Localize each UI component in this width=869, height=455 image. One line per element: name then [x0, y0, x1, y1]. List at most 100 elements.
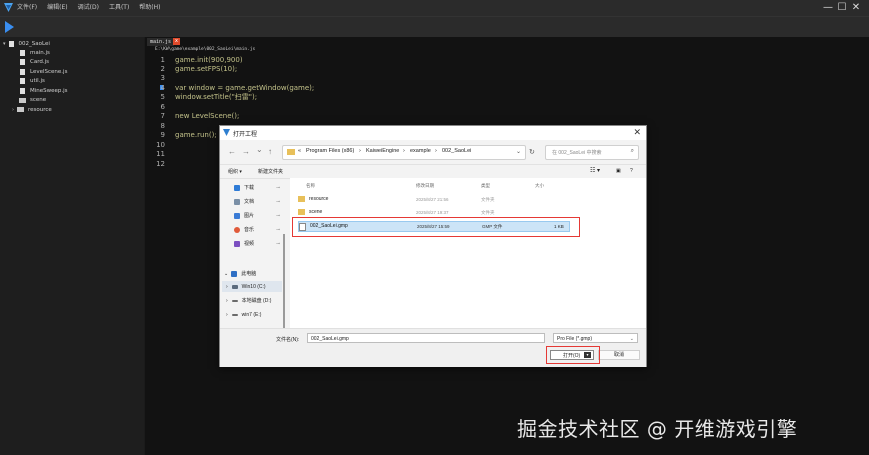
menu-tools[interactable]: 工具(T) — [109, 3, 129, 13]
file-icon — [20, 59, 25, 65]
preview-pane-icon[interactable]: ▣ — [616, 168, 621, 174]
project-icon — [8, 40, 14, 47]
new-folder-button[interactable]: 新建文件夹 — [258, 168, 283, 175]
column-header-size[interactable]: 大小 — [535, 183, 544, 189]
breadcrumb-overflow[interactable]: « — [298, 148, 301, 154]
line-number: 3 — [160, 74, 165, 82]
drive-icon — [231, 284, 238, 289]
pin-icon: ⊸ — [276, 212, 281, 219]
dialog-title: 打开工程 — [233, 132, 258, 138]
drive-icon — [231, 299, 238, 302]
navigation-pane: 下载 ⊸ 文档 ⊸ 图片 ⊸ 音乐 ⊸ 视频 ⊸ ⌄ 此电脑 › Win10 (… — [220, 178, 290, 334]
music-icon — [234, 226, 240, 233]
nav-item-drive-c[interactable]: › Win10 (C:) — [222, 281, 282, 292]
search-input[interactable]: 在 002_SaoLei 中搜索 ⌕ — [545, 145, 639, 160]
file-type: 文件夹 — [481, 197, 495, 202]
chevron-down-icon[interactable]: ⌄ — [224, 271, 228, 277]
close-button[interactable]: ✕ — [849, 0, 863, 16]
title-bar: 文件(F) 编辑(E) 调试(D) 工具(T) 帮助(H) — ☐ ✕ — [0, 0, 869, 16]
maximize-button[interactable]: ☐ — [835, 0, 849, 16]
column-header-type[interactable]: 类型 — [481, 183, 490, 189]
chevron-down-icon[interactable]: ⌄ — [516, 148, 521, 155]
file-name: resource — [309, 196, 329, 202]
filename-input[interactable]: 002_SaoLei.gmp — [307, 333, 545, 343]
breadcrumb-separator: › — [435, 148, 437, 154]
nav-item-label: 文档 — [244, 199, 255, 205]
nav-item-this-pc[interactable]: ⌄ 此电脑 — [224, 268, 290, 279]
tree-item-folder[interactable]: › resource — [12, 105, 52, 114]
collapse-icon[interactable]: ▾ — [3, 41, 6, 47]
chevron-right-icon[interactable]: › — [226, 312, 228, 318]
nav-item-label: Win10 (C:) — [241, 283, 266, 290]
code-text: window.setTitle("扫雷"); — [175, 93, 258, 101]
file-row[interactable]: resource 2025/8/27 21:56 文件夹 — [298, 195, 568, 204]
refresh-icon[interactable]: ↻ — [529, 148, 535, 156]
tree-item-file[interactable]: MineSweep.js — [20, 86, 68, 95]
tree-item-file[interactable]: main.js — [20, 48, 50, 57]
code-line: 5 window.setTitle("扫雷"); — [153, 93, 258, 102]
tree-root[interactable]: ▾ 002_SaoLei — [3, 39, 50, 48]
column-header-name[interactable]: 名称 — [306, 183, 315, 189]
minimize-button[interactable]: — — [821, 0, 835, 16]
watermark: 掘金技术社区 @ 开维游戏引擎 — [517, 417, 798, 441]
file-list: 名称 修改日期 类型 大小 resource 2025/8/27 21:56 文… — [290, 178, 646, 328]
code-text: new LevelScene(); — [175, 112, 240, 120]
chevron-right-icon[interactable]: › — [226, 284, 228, 290]
address-bar[interactable]: « Program Files (x86) › KaiweiEngine › e… — [282, 145, 526, 160]
menu-help[interactable]: 帮助(H) — [139, 3, 160, 13]
code-text: var window = game.getWindow(game); — [175, 83, 315, 92]
column-header-date[interactable]: 修改日期 — [416, 183, 434, 189]
picture-icon — [234, 212, 240, 219]
filetype-select[interactable]: Pro File (*.gmp) ⌄ — [553, 333, 638, 343]
help-icon[interactable]: ? — [630, 168, 633, 174]
tree-item-file[interactable]: Card.js — [20, 58, 49, 67]
code-line: 7 new LevelScene(); — [153, 112, 240, 121]
tab-close-button[interactable]: x — [173, 38, 180, 45]
pin-icon: ⊸ — [276, 240, 281, 247]
project-tree: ▾ 002_SaoLei main.js Card.js LevelScene.… — [0, 37, 144, 455]
view-options-icon[interactable]: ☷ ▾ — [590, 167, 600, 174]
cancel-button[interactable]: 取消 — [598, 350, 640, 360]
nav-item-label: 音乐 — [244, 227, 255, 233]
back-button[interactable]: ← — [228, 147, 236, 156]
expand-icon[interactable]: › — [12, 107, 14, 113]
menu-debug[interactable]: 调试(D) — [78, 3, 99, 13]
recent-locations-button[interactable]: ⌄ — [256, 145, 263, 154]
breadcrumb-item[interactable]: KaiweiEngine — [366, 148, 399, 154]
file-icon — [20, 78, 25, 84]
tree-item-label: Card.js — [30, 59, 50, 65]
menu-edit[interactable]: 编辑(E) — [47, 3, 67, 13]
navigation-bar: ← → ⌄ ↑ « Program Files (x86) › KaiweiEn… — [220, 140, 646, 164]
tree-root-label: 002_SaoLei — [18, 40, 50, 47]
breadcrumb-item[interactable]: 002_SaoLei — [442, 148, 471, 154]
search-placeholder: 在 002_SaoLei 中搜索 — [552, 150, 602, 156]
code-line: 3 — [153, 74, 175, 83]
run-icon[interactable] — [5, 21, 14, 33]
tree-item-label: scene — [30, 97, 47, 103]
organize-button[interactable]: 组织 ▾ — [228, 168, 242, 175]
tab-main-js[interactable]: main.js — [147, 38, 175, 46]
tree-item-folder[interactable]: scene — [19, 96, 46, 105]
file-icon — [20, 68, 25, 75]
tree-item-file[interactable]: util.js — [20, 77, 45, 86]
file-icon — [20, 49, 25, 56]
forward-button[interactable]: → — [242, 147, 250, 156]
file-row[interactable]: scene 2025/8/27 19:37 文件夹 — [298, 208, 568, 217]
dialog-close-button[interactable]: ✕ — [633, 127, 641, 138]
open-project-dialog: 打开工程 ✕ ← → ⌄ ↑ « Program Files (x86) › K… — [219, 125, 647, 367]
filename-label: 文件名(N): — [276, 337, 300, 343]
up-button[interactable]: ↑ — [268, 147, 272, 156]
navigation-scrollbar[interactable] — [283, 234, 285, 334]
line-number: 7 — [160, 112, 165, 120]
chevron-right-icon[interactable]: › — [226, 298, 228, 304]
breadcrumb-item[interactable]: Program Files (x86) — [306, 148, 354, 154]
tree-item-file[interactable]: LevelScene.js — [20, 67, 67, 76]
breadcrumb-separator: › — [359, 148, 361, 154]
breadcrumb-item[interactable]: example — [410, 148, 431, 154]
code-text: game.run(); — [175, 131, 217, 139]
folder-icon — [19, 97, 26, 103]
menu-file[interactable]: 文件(F) — [17, 3, 37, 13]
line-number: 4 — [160, 83, 165, 92]
document-icon — [234, 198, 240, 205]
computer-icon — [231, 270, 238, 277]
